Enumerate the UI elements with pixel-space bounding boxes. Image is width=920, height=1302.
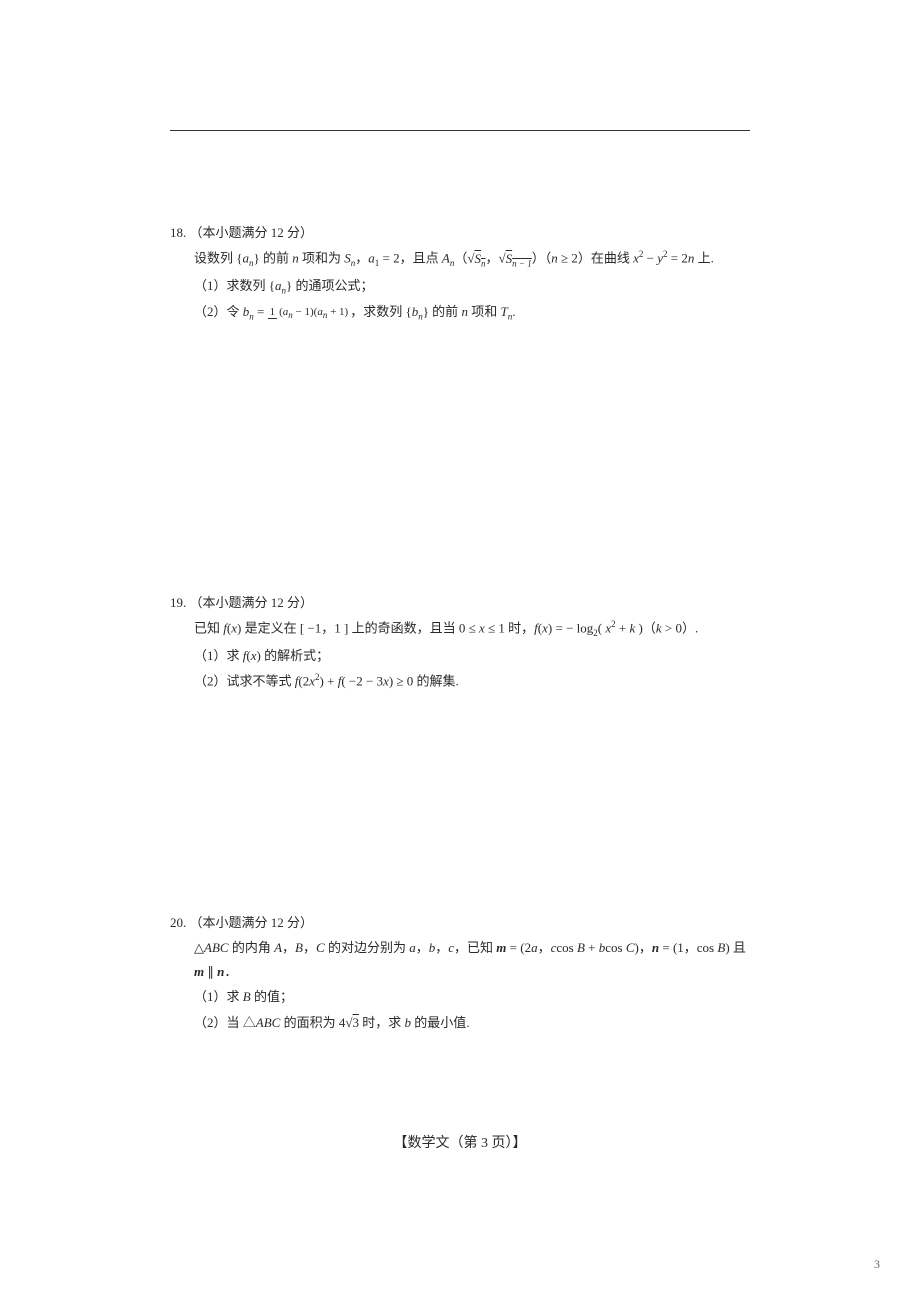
problem-head: （本小题满分 12 分） — [190, 595, 314, 610]
fraction: 1(an − 1)(an + 1) — [268, 306, 351, 321]
problem-head: （本小题满分 12 分） — [190, 225, 314, 240]
problem-20-heading: 20. （本小题满分 12 分） — [170, 911, 750, 934]
problem-number: 19. — [170, 595, 186, 610]
problem-number: 20. — [170, 915, 186, 930]
problem-18-q2: （2）令 bn = 1(an − 1)(an + 1)，求数列 {bn} 的前 … — [194, 300, 750, 325]
problem-number: 18. — [170, 225, 186, 240]
problem-18-q1: （1）求数列 {an} 的通项公式； — [194, 274, 750, 299]
page-footer: 【数学文（第 3 页）】 — [0, 1132, 920, 1152]
problem-20-q1: （1）求 B 的值； — [194, 985, 750, 1008]
problem-18: 18. （本小题满分 12 分） 设数列 {an} 的前 n 项和为 Sn，a1… — [170, 221, 750, 551]
problem-19-q2: （2）试求不等式 f(2x2) + f( −2 − 3x) ≥ 0 的解集. — [194, 669, 750, 693]
problem-19-line1: 已知 f(x) 是定义在 [ −1，1 ] 上的奇函数，且当 0 ≤ x ≤ 1… — [194, 616, 750, 641]
problem-19-q1: （1）求 f(x) 的解析式； — [194, 644, 750, 667]
problem-head: （本小题满分 12 分） — [190, 915, 314, 930]
problem-18-heading: 18. （本小题满分 12 分） — [170, 221, 750, 244]
page-number: 3 — [874, 1257, 880, 1272]
problem-20-q2: （2）当 △ABC 的面积为 4√3 时，求 b 的最小值. — [194, 1011, 750, 1034]
problem-20: 20. （本小题满分 12 分） △ABC 的内角 A，B，C 的对边分别为 a… — [170, 911, 750, 1141]
problem-20-line1: △ABC 的内角 A，B，C 的对边分别为 a，b，c，已知 m = (2a，c… — [194, 936, 750, 983]
problem-19: 19. （本小题满分 12 分） 已知 f(x) 是定义在 [ −1，1 ] 上… — [170, 591, 750, 871]
problem-18-line1: 设数列 {an} 的前 n 项和为 Sn，a1 = 2，且点 An（√Sn，√S… — [194, 246, 750, 271]
top-rule — [170, 130, 750, 131]
exam-page: 18. （本小题满分 12 分） 设数列 {an} 的前 n 项和为 Sn，a1… — [0, 0, 920, 1241]
problem-19-heading: 19. （本小题满分 12 分） — [170, 591, 750, 614]
